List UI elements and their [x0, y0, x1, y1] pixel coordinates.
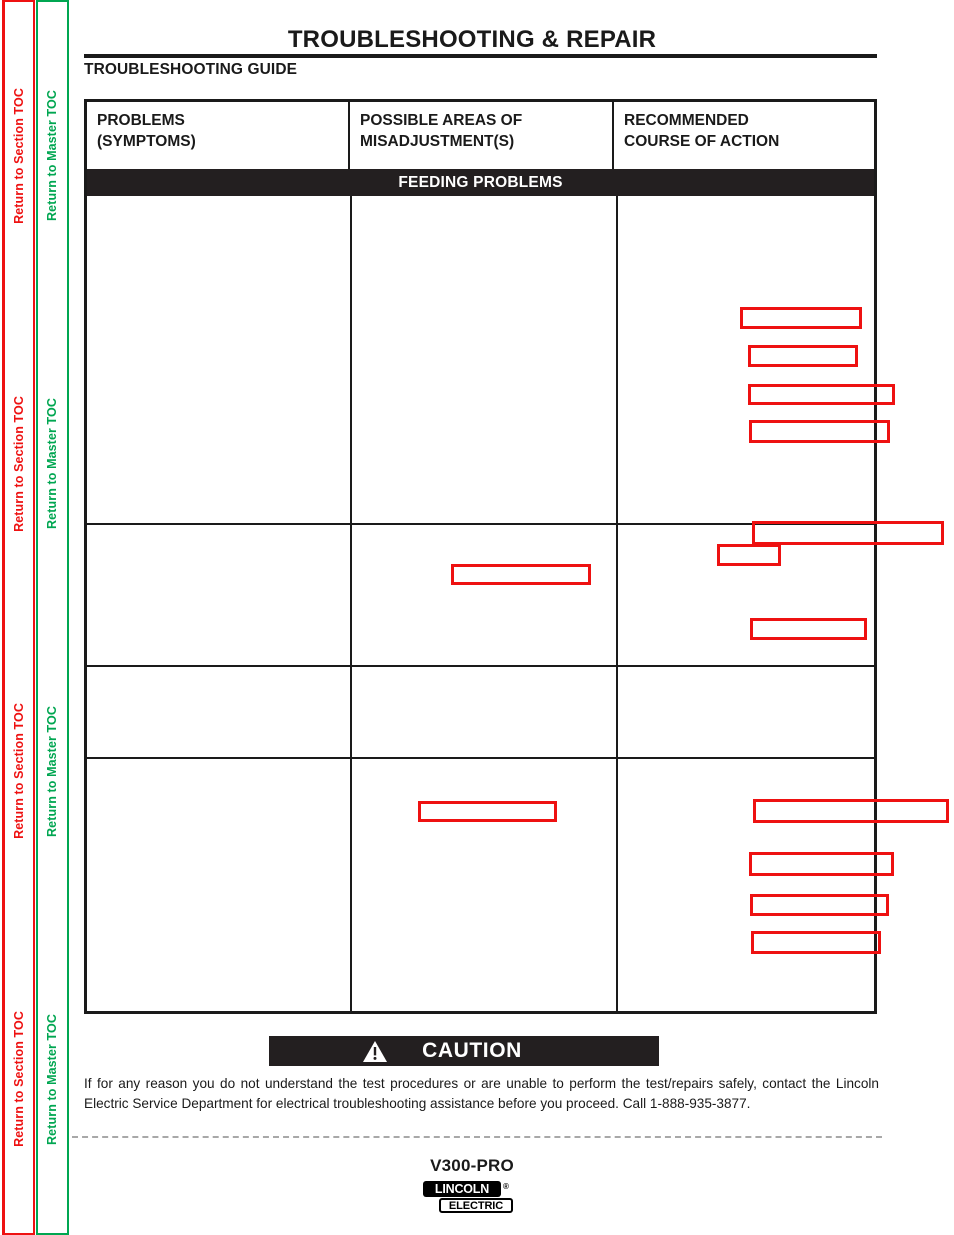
manual-page: TROUBLESHOOTING & REPAIR TROUBLESHOOTING… [72, 0, 954, 1235]
lincoln-electric-logo: LINCOLN ® ELECTRIC [423, 1181, 521, 1215]
link-r2-c3-3[interactable] [750, 618, 867, 640]
link-r4-c3-4[interactable] [751, 931, 881, 954]
section-subtitle: TROUBLESHOOTING GUIDE [84, 61, 298, 78]
model-name: V300-PRO [430, 1156, 514, 1175]
column-header-problems: PROBLEMS (SYMPTOMS) [87, 102, 350, 169]
section-toc-label-3[interactable]: Return to Section TOC [12, 703, 26, 839]
link-r2-c3-1[interactable] [752, 521, 944, 545]
link-r4-c3-1[interactable] [753, 799, 949, 823]
column-header-misadjustments: POSSIBLE AREAS OF MISADJUSTMENT(S) [350, 102, 614, 169]
warning-triangle-icon [362, 1040, 388, 1063]
title-divider [84, 54, 877, 58]
row-divider-3 [87, 757, 874, 759]
column-divider-2 [616, 196, 618, 1011]
caution-body-text: If for any reason you do not understand … [84, 1076, 879, 1111]
link-r2-c2-1[interactable] [451, 564, 591, 585]
link-r2-c3-2[interactable] [717, 544, 781, 566]
section-toc-label-1[interactable]: Return to Section TOC [12, 88, 26, 224]
return-to-section-toc-tab[interactable]: Return to Section TOC Return to Section … [2, 0, 35, 1235]
page-title: TROUBLESHOOTING & REPAIR [287, 26, 657, 53]
logo-secondary-text: ELECTRIC [439, 1198, 513, 1213]
logo-primary-text: LINCOLN [423, 1181, 501, 1197]
caution-label: CAUTION [422, 1039, 522, 1062]
row-divider-2 [87, 665, 874, 667]
link-r1-c3-3[interactable] [748, 384, 895, 405]
table-header-row: PROBLEMS (SYMPTOMS) POSSIBLE AREAS OF MI… [87, 102, 874, 169]
toc-navigation-rail: Return to Section TOC Return to Section … [0, 0, 72, 1235]
master-toc-label-1[interactable]: Return to Master TOC [45, 90, 59, 221]
link-r4-c2-1[interactable] [418, 801, 557, 822]
master-toc-label-3[interactable]: Return to Master TOC [45, 706, 59, 837]
section-toc-label-4[interactable]: Return to Section TOC [12, 1011, 26, 1147]
return-to-master-toc-tab[interactable]: Return to Master TOC Return to Master TO… [36, 0, 69, 1235]
link-r1-c3-4[interactable] [749, 420, 890, 443]
link-r1-c3-1[interactable] [740, 307, 862, 329]
footer-divider [72, 1136, 882, 1138]
column-divider-1 [350, 196, 352, 1011]
link-r1-c3-2[interactable] [748, 345, 858, 367]
column-header-course-of-action: RECOMMENDED COURSE OF ACTION [624, 112, 780, 150]
section-toc-label-2[interactable]: Return to Section TOC [12, 396, 26, 532]
link-r4-c3-3[interactable] [750, 894, 889, 916]
caution-banner: CAUTION [269, 1036, 659, 1066]
link-r4-c3-2[interactable] [749, 852, 894, 876]
master-toc-label-2[interactable]: Return to Master TOC [45, 398, 59, 529]
master-toc-label-4[interactable]: Return to Master TOC [45, 1014, 59, 1145]
section-band-feeding-problems: FEEDING PROBLEMS [87, 169, 874, 196]
registered-trademark-icon: ® [503, 1182, 509, 1191]
